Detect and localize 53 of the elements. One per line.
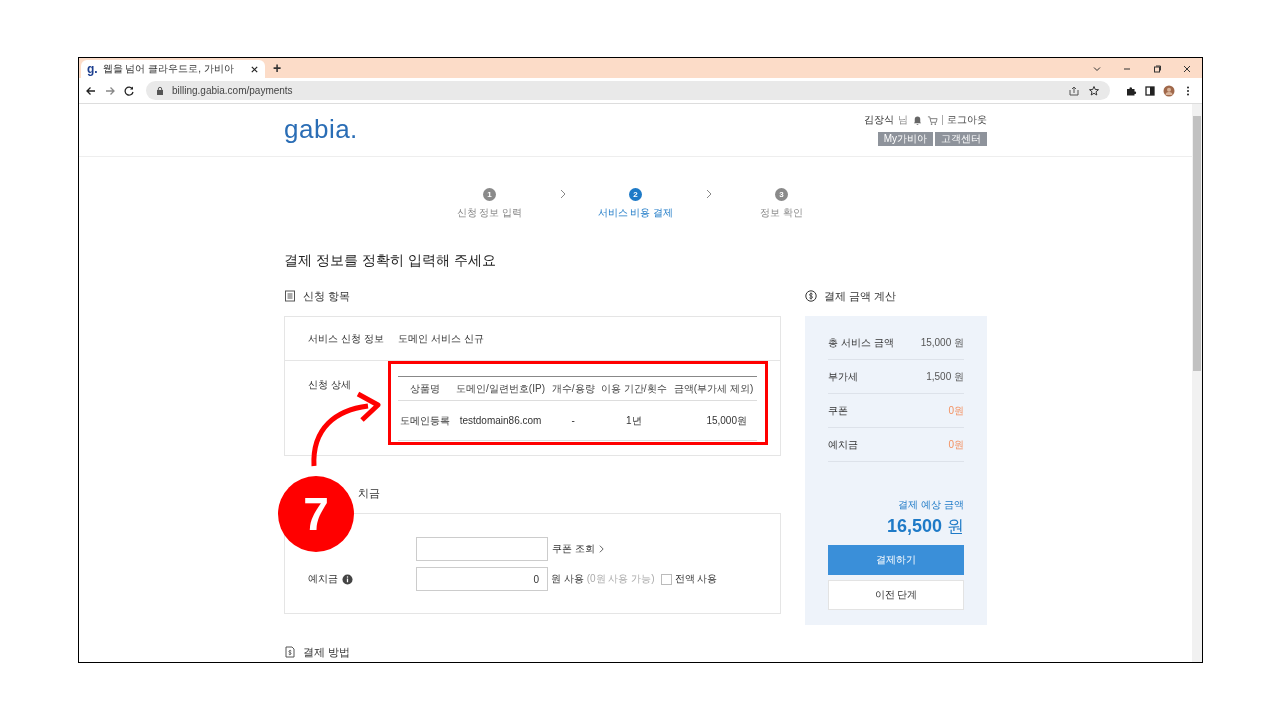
step-number: 2	[629, 188, 642, 201]
coupon-lookup-link[interactable]: 쿠폰 조회	[552, 542, 595, 556]
step-label: 신청 정보 입력	[456, 206, 523, 220]
url-text: billing.gabia.com/payments	[172, 85, 293, 96]
step-number: 3	[775, 188, 788, 201]
column-header: 상품명	[398, 376, 453, 401]
table-cell: 도메인등록	[398, 400, 453, 441]
favicon: g.	[87, 63, 98, 75]
section-title: 결제 금액 계산	[824, 288, 897, 304]
summary-value: 1,500 원	[926, 369, 964, 384]
section-title: 결제 방법	[303, 644, 351, 660]
new-tab-button[interactable]: +	[273, 60, 282, 76]
field-value: 도메인 서비스 신규	[398, 331, 484, 346]
step-label: 정보 확인	[760, 206, 803, 220]
summary-value: 15,000 원	[920, 335, 964, 350]
step-number: 1	[483, 188, 496, 201]
step-label: 서비스 비용 결제	[597, 206, 674, 220]
table-cell: testdomain86.com	[452, 400, 549, 441]
page-heading: 결제 정보를 정확히 입력해 주세요	[284, 252, 497, 270]
checkbox-label: 전액 사용	[674, 572, 718, 586]
step-badge: 7	[278, 476, 354, 552]
available-note: (0원 사용 가능)	[586, 572, 655, 586]
back-button[interactable]: 이전 단계	[828, 580, 964, 610]
table-cell: 1년	[597, 400, 671, 441]
user-suffix: 님	[898, 113, 908, 127]
total-unit: 원	[947, 516, 964, 538]
column-header: 이용 기간/횟수	[597, 376, 671, 401]
column-header: 도메인/일련번호(IP)	[452, 376, 549, 401]
total-amount: 16,500	[886, 516, 942, 537]
section-title: 신청 항목	[303, 288, 351, 304]
section-title: 치금	[358, 485, 380, 501]
user-name: 김장식	[864, 113, 894, 127]
summary-value: 0원	[948, 403, 964, 418]
address-bar[interactable]: billing.gabia.com/payments	[146, 81, 1110, 100]
field-label: 신청 상세	[308, 378, 352, 392]
summary-label: 부가세	[828, 369, 858, 384]
tab-title: 웹을 넘어 클라우드로, 가비아	[102, 62, 235, 76]
column-header: 금액(부가세 제외)	[670, 376, 757, 401]
total-label: 결제 예상 금액	[897, 498, 964, 512]
summary-label: 예치금	[828, 437, 858, 452]
field-label: 예치금	[308, 572, 338, 586]
deposit-unit: 원 사용	[551, 572, 584, 586]
logout-link[interactable]: 로그아웃	[947, 113, 987, 127]
browser-tab[interactable]: g. 웹을 넘어 클라우드로, 가비아	[81, 60, 265, 78]
column-header: 개수/용량	[548, 376, 598, 401]
summary-label: 총 서비스 금액	[828, 335, 894, 350]
field-label: 서비스 신청 정보	[308, 331, 385, 346]
table-cell: 15,000원	[670, 400, 757, 441]
summary-value: 0원	[948, 437, 964, 452]
table-cell: -	[548, 400, 598, 441]
logo[interactable]: gabia.	[284, 114, 358, 144]
deposit-field[interactable]: 0	[416, 567, 548, 591]
summary-label: 쿠폰	[828, 403, 848, 418]
